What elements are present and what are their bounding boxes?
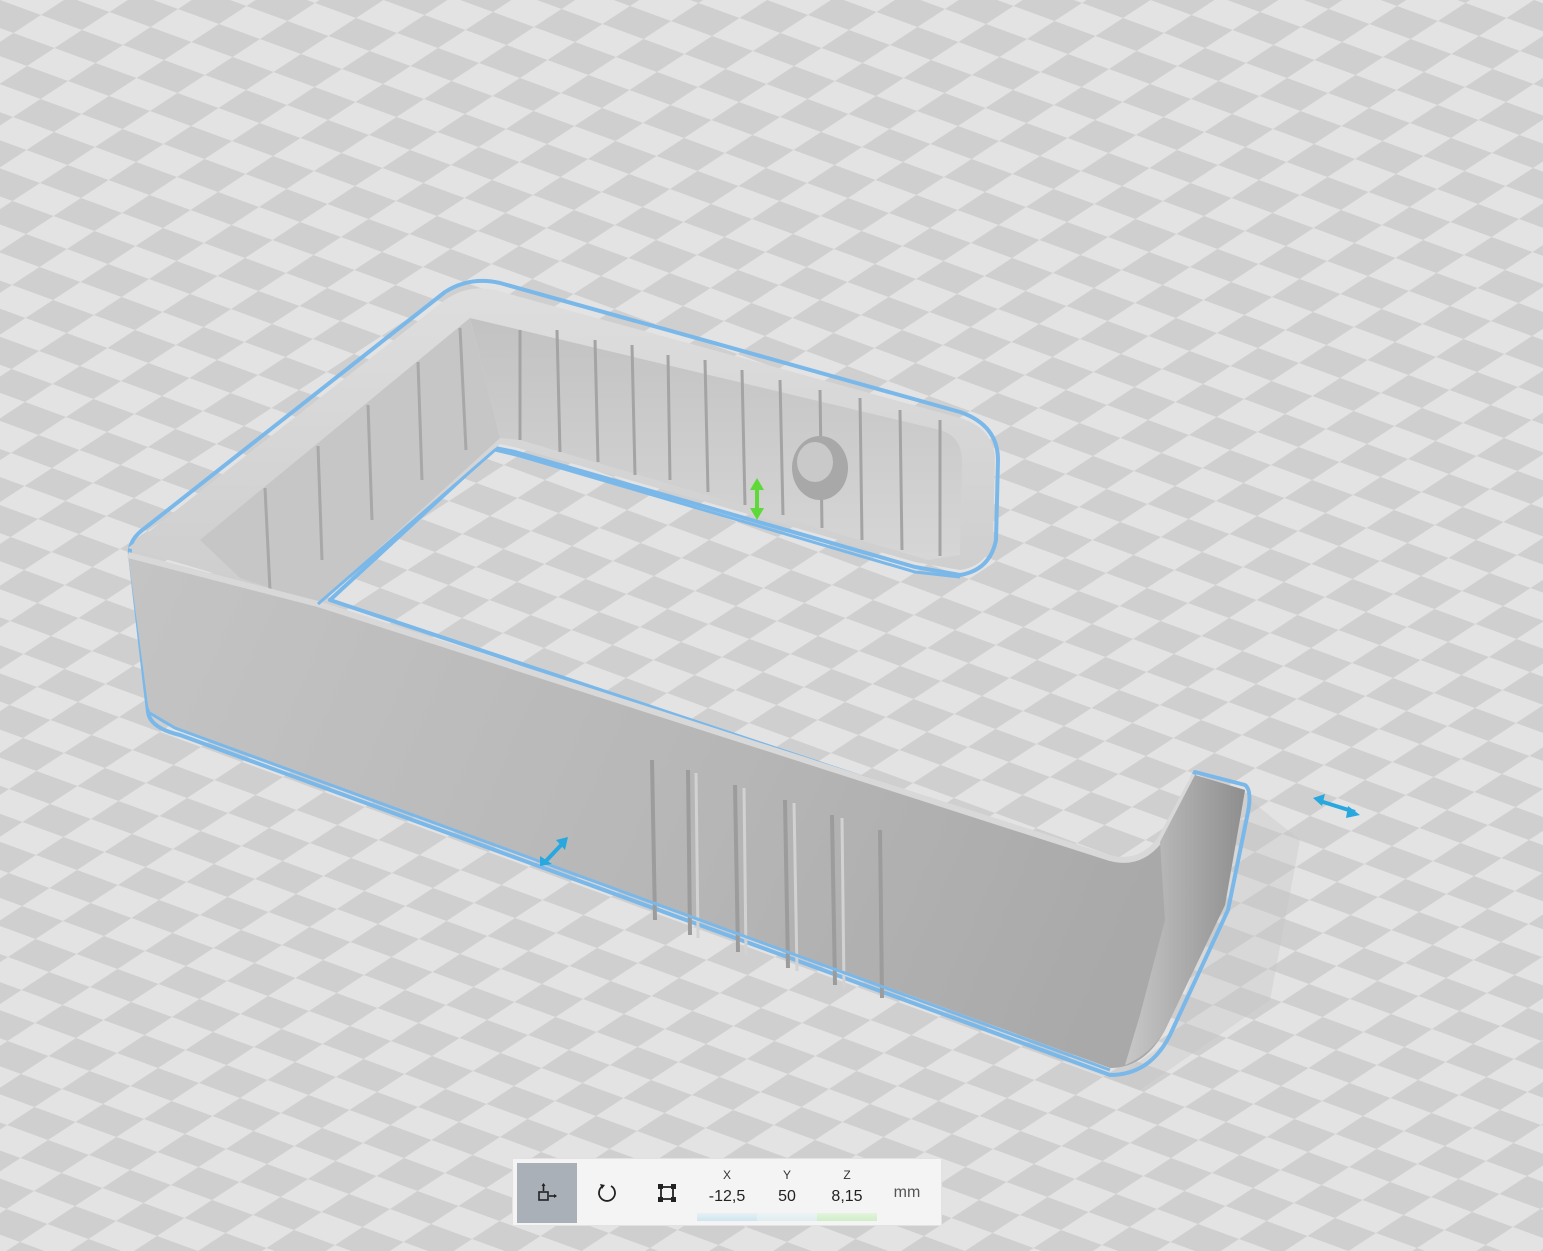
z-axis-label: Z xyxy=(843,1168,851,1182)
y-value-field[interactable] xyxy=(757,1188,817,1206)
x-value-field[interactable] xyxy=(697,1188,757,1206)
z-axis-bar xyxy=(817,1213,877,1221)
unit-label: mm xyxy=(893,1184,921,1201)
transform-toolbar: X Y Z mm xyxy=(512,1158,942,1226)
x-axis-label: X xyxy=(722,1168,731,1182)
rotate-tool-button[interactable] xyxy=(577,1163,637,1223)
y-coordinate: Y xyxy=(757,1163,817,1221)
move-icon xyxy=(538,1183,557,1201)
rotate-icon xyxy=(598,1184,616,1202)
scale-tool-button[interactable] xyxy=(637,1163,697,1223)
z-coordinate: Z xyxy=(817,1163,877,1221)
3d-viewport[interactable] xyxy=(0,0,1543,1251)
scale-icon xyxy=(658,1184,676,1202)
y-axis-label: Y xyxy=(782,1168,791,1182)
x-axis-bar xyxy=(697,1213,757,1221)
z-value-field[interactable] xyxy=(817,1188,877,1206)
x-coordinate: X xyxy=(697,1163,757,1221)
move-tool-button[interactable] xyxy=(517,1163,577,1223)
y-axis-bar xyxy=(757,1213,817,1221)
